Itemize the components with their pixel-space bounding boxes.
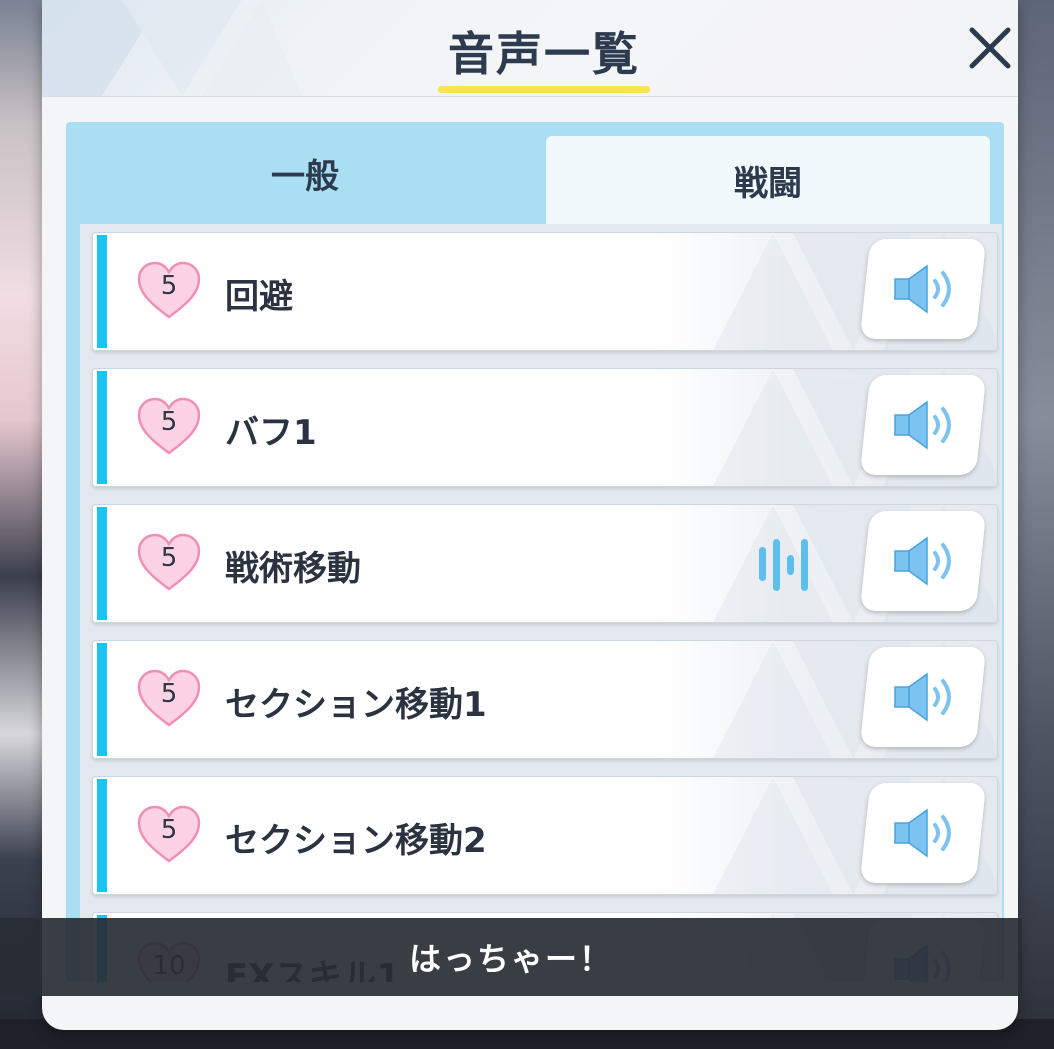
voice-label: バフ1 xyxy=(225,413,317,453)
background-right-edge xyxy=(1014,0,1054,1049)
voice-panel: 一般 戦闘 5 回避 5 バフ1 5 戦術移動 5 セクション移動1 5 セクシ… xyxy=(66,122,1004,982)
voice-row[interactable]: 5 戦術移動 xyxy=(92,504,998,623)
speaker-icon xyxy=(894,536,951,586)
row-accent-bar xyxy=(97,507,107,620)
tab-general[interactable]: 一般 xyxy=(66,122,544,224)
voice-row[interactable]: 5 セクション移動1 xyxy=(92,640,998,759)
close-icon[interactable] xyxy=(962,20,1018,76)
voice-label: 回避 xyxy=(225,277,293,317)
affection-level: 5 xyxy=(160,815,178,845)
play-voice-button[interactable] xyxy=(859,375,987,475)
play-voice-button[interactable] xyxy=(859,511,987,611)
affection-level: 5 xyxy=(160,271,178,301)
speaker-icon xyxy=(894,264,951,314)
play-voice-button[interactable] xyxy=(859,647,987,747)
voice-row[interactable]: 5 バフ1 xyxy=(92,368,998,487)
voice-label: セクション移動2 xyxy=(225,821,487,861)
voice-row[interactable]: 5 回避 xyxy=(92,232,998,351)
title-underline xyxy=(438,86,650,93)
row-accent-bar xyxy=(97,235,107,348)
row-accent-bar xyxy=(97,643,107,756)
affection-level: 5 xyxy=(160,407,178,437)
speaker-icon xyxy=(894,672,951,722)
tab-battle[interactable]: 戦闘 xyxy=(546,136,990,224)
voice-label: 戦術移動 xyxy=(225,549,361,589)
dialog-title: 音声一覧 xyxy=(448,27,640,81)
play-voice-button[interactable] xyxy=(859,239,987,339)
play-voice-button[interactable] xyxy=(859,783,987,883)
affection-level: 5 xyxy=(160,679,178,709)
speaker-icon xyxy=(894,808,951,858)
voice-row[interactable]: 5 セクション移動2 xyxy=(92,776,998,895)
row-accent-bar xyxy=(97,779,107,892)
voice-label: セクション移動1 xyxy=(225,685,487,725)
speaker-icon xyxy=(894,400,951,450)
voice-list[interactable]: 5 回避 5 バフ1 5 戦術移動 5 セクション移動1 5 セクション移動2 xyxy=(80,224,1002,982)
affection-level: 5 xyxy=(160,543,178,573)
audio-wave-icon xyxy=(759,539,808,591)
row-accent-bar xyxy=(97,371,107,484)
header-decoration xyxy=(42,0,302,96)
subtitle-toast: はっちゃー！ xyxy=(0,918,1022,996)
voice-list-dialog: 音声一覧 一般 戦闘 5 回避 5 バフ1 5 戦術移動 5 セクション移動1 … xyxy=(42,0,1018,1030)
dialog-header: 音声一覧 xyxy=(42,0,1018,97)
